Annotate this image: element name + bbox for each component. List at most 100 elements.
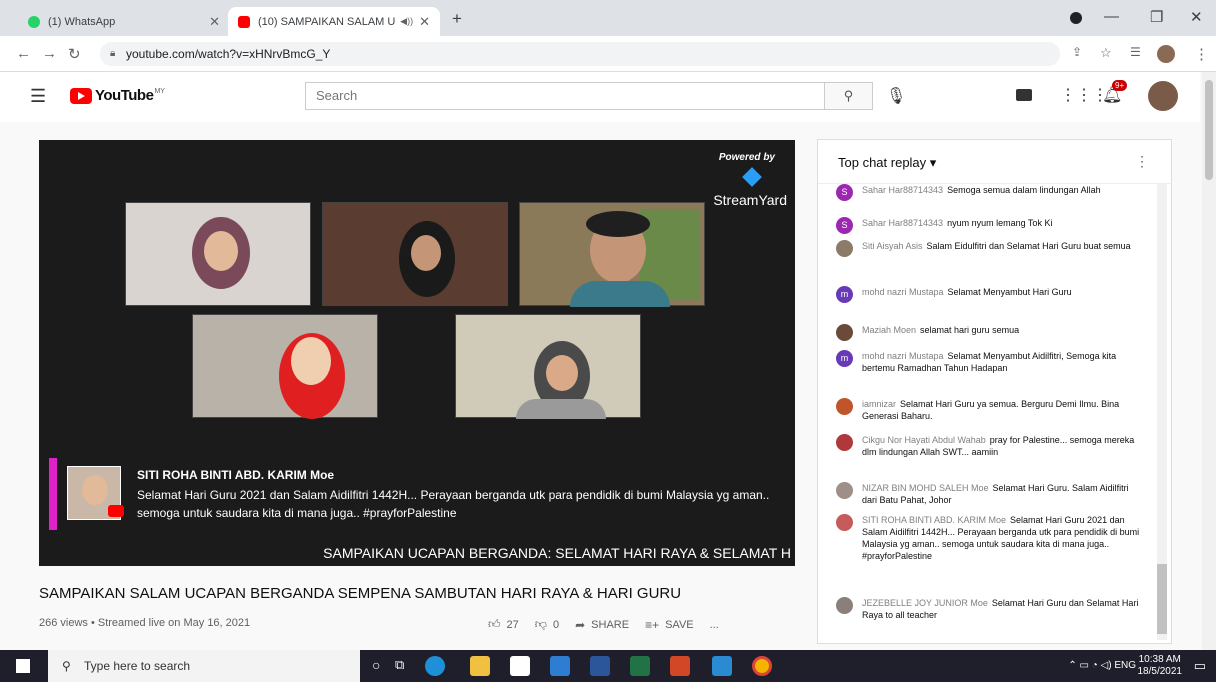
- clock[interactable]: 10:38 AM 18/5/2021: [1138, 654, 1183, 678]
- chat-message-text: nyum nyum lemang Tok Ki: [947, 218, 1053, 228]
- forward-icon[interactable]: →: [42, 45, 57, 62]
- search-input[interactable]: Search: [305, 82, 825, 110]
- edge-icon[interactable]: [425, 656, 445, 676]
- cortana-icon[interactable]: ○: [372, 657, 380, 673]
- system-tray[interactable]: ⌃ ▭ ◔ ◁) ENG: [1068, 660, 1136, 671]
- excel-icon[interactable]: [630, 656, 650, 676]
- chat-scrollbar-thumb[interactable]: [1157, 564, 1167, 634]
- chat-author-name[interactable]: Cikgu Nor Hayati Abdul Wahab: [862, 435, 986, 445]
- url-text: youtube.com/watch?v=xHNrvBmcG_Y: [126, 47, 331, 61]
- youtube-logo[interactable]: YouTube MY: [70, 87, 165, 104]
- chat-message-body: Siti Aisyah Asis Salam Eidulfitri dan Sel…: [862, 240, 1146, 252]
- close-window-icon[interactable]: ✕: [1190, 8, 1203, 26]
- chat-author-avatar[interactable]: [836, 434, 853, 451]
- tab-youtube[interactable]: (10) SAMPAIKAN SALAM UC ◀)) ✕: [228, 7, 440, 36]
- close-icon[interactable]: ✕: [209, 14, 220, 30]
- chat-author-name[interactable]: Sahar Har88714343: [862, 218, 943, 228]
- participant-face: [411, 235, 441, 271]
- taskbar-search-input[interactable]: ⚲ Type here to search: [48, 650, 360, 682]
- chat-author-name[interactable]: iamnizar: [862, 399, 896, 409]
- video-player[interactable]: Powered by StreamYard SITI ROHA BINTI AB…: [39, 140, 795, 566]
- participant-tile: [192, 314, 378, 419]
- like-button[interactable]: 👍︎ 27: [488, 617, 519, 632]
- share-button[interactable]: ➦ SHARE: [575, 618, 629, 632]
- search-button[interactable]: ⚲: [825, 82, 873, 110]
- file-explorer-icon[interactable]: [470, 656, 490, 676]
- video-title: SAMPAIKAN SALAM UCAPAN BERGANDA SEMPENA …: [39, 585, 682, 602]
- save-button[interactable]: ≡+ SAVE: [645, 618, 694, 632]
- close-icon[interactable]: ✕: [419, 14, 430, 30]
- participant-face: [204, 231, 238, 271]
- powerpoint-icon[interactable]: [670, 656, 690, 676]
- streamyard-brand: StreamYard: [713, 192, 787, 208]
- country-code: MY: [154, 88, 165, 95]
- profile-avatar[interactable]: [1157, 45, 1175, 63]
- word-icon[interactable]: [590, 656, 610, 676]
- create-video-icon[interactable]: [1016, 89, 1032, 101]
- chat-message-body: Cikgu Nor Hayati Abdul Wahab pray for Pal…: [862, 434, 1146, 458]
- chat-author-avatar[interactable]: [836, 514, 853, 531]
- chat-message-text: Selamat Menyambut Hari Guru: [947, 287, 1072, 297]
- chrome-icon[interactable]: [752, 656, 772, 676]
- chat-author-avatar[interactable]: m: [836, 286, 853, 303]
- tab-whatsapp[interactable]: (1) WhatsApp ✕: [18, 7, 230, 36]
- browser-tab-bar: (1) WhatsApp ✕ (10) SAMPAIKAN SALAM UC ◀…: [0, 0, 1216, 36]
- chat-message-body: Sahar Har88714343 Semoga semua dalam lind…: [862, 184, 1146, 196]
- chat-author-avatar[interactable]: [836, 240, 853, 257]
- maximize-icon[interactable]: ❐: [1150, 8, 1163, 26]
- chat-author-avatar[interactable]: [836, 597, 853, 614]
- chat-message-body: iamnizar Selamat Hari Guru ya semua. Berg…: [862, 398, 1146, 422]
- notification-center-icon[interactable]: ▭: [1194, 658, 1206, 674]
- chat-author-name[interactable]: NIZAR BIN MOHD SALEH Moe: [862, 483, 989, 493]
- chat-message-text: Selamat Hari Guru ya semua. Berguru Demi…: [862, 399, 1120, 421]
- participant-tile: [125, 202, 311, 306]
- chat-author-name[interactable]: SITI ROHA BINTI ABD. KARIM Moe: [862, 515, 1006, 525]
- microphone-icon[interactable]: 🎙︎: [886, 86, 906, 106]
- participant-shirt: [516, 399, 606, 419]
- chat-author-avatar[interactable]: [836, 398, 853, 415]
- chat-author-name[interactable]: Maziah Moen: [862, 325, 916, 335]
- chat-author-name[interactable]: mohd nazri Mustapa: [862, 287, 944, 297]
- powered-by-text: Powered by: [718, 152, 775, 163]
- page-scrollbar-thumb[interactable]: [1205, 80, 1213, 180]
- hamburger-menu-icon[interactable]: ☰: [30, 86, 46, 107]
- chat-author-name[interactable]: mohd nazri Mustapa: [862, 351, 944, 361]
- chat-message-body: Sahar Har88714343 nyum nyum lemang Tok Ki: [862, 217, 1146, 229]
- chat-author-name[interactable]: JEZEBELLE JOY JUNIOR Moe: [862, 598, 988, 608]
- chat-author-avatar[interactable]: [836, 482, 853, 499]
- chat-author-avatar[interactable]: [836, 324, 853, 341]
- more-actions-button[interactable]: ...: [710, 619, 719, 631]
- speaker-icon[interactable]: ◀)): [400, 16, 413, 27]
- photos-icon[interactable]: [712, 656, 732, 676]
- new-tab-button[interactable]: +: [452, 9, 462, 29]
- windows-start-icon[interactable]: [16, 659, 30, 673]
- minimize-icon[interactable]: —: [1104, 8, 1119, 25]
- chat-menu-icon[interactable]: ⋮: [1135, 153, 1149, 170]
- chat-author-name[interactable]: Sahar Har88714343: [862, 185, 943, 195]
- chat-message-body: NIZAR BIN MOHD SALEH Moe Selamat Hari Gur…: [862, 482, 1146, 506]
- url-field[interactable]: 🔒︎ youtube.com/watch?v=xHNrvBmcG_Y: [100, 42, 1060, 66]
- chat-author-avatar[interactable]: S: [836, 217, 853, 234]
- chat-author-avatar[interactable]: S: [836, 184, 853, 201]
- chat-author-name[interactable]: Siti Aisyah Asis: [862, 241, 923, 251]
- mail-icon[interactable]: [550, 656, 570, 676]
- user-avatar[interactable]: [1148, 81, 1178, 111]
- account-icon[interactable]: [1070, 12, 1082, 24]
- apps-grid-icon[interactable]: ⋮⋮⋮: [1060, 85, 1108, 105]
- chat-message: m mohd nazri Mustapa Selamat Menyambut Aid…: [836, 350, 1146, 374]
- back-icon[interactable]: ←: [16, 45, 31, 62]
- task-view-icon[interactable]: ⧉: [395, 657, 404, 673]
- bookmark-star-icon[interactable]: ☆: [1100, 45, 1112, 61]
- chat-message: S Sahar Har88714343 nyum nyum lemang Tok K…: [836, 217, 1146, 234]
- chat-mode-dropdown[interactable]: Top chat replay ▾: [838, 155, 936, 171]
- dislike-button[interactable]: 👎︎ 0: [535, 617, 559, 632]
- participant-tile: [455, 314, 641, 419]
- reading-list-icon[interactable]: ☰: [1130, 45, 1141, 59]
- reload-icon[interactable]: ↻: [68, 45, 81, 63]
- chat-author-avatar[interactable]: m: [836, 350, 853, 367]
- store-icon[interactable]: [510, 656, 530, 676]
- menu-icon[interactable]: ⋮: [1194, 45, 1209, 63]
- install-icon[interactable]: ⇪: [1072, 45, 1082, 59]
- participant-face: [291, 337, 331, 385]
- chat-message-text: selamat hari guru semua: [920, 325, 1020, 335]
